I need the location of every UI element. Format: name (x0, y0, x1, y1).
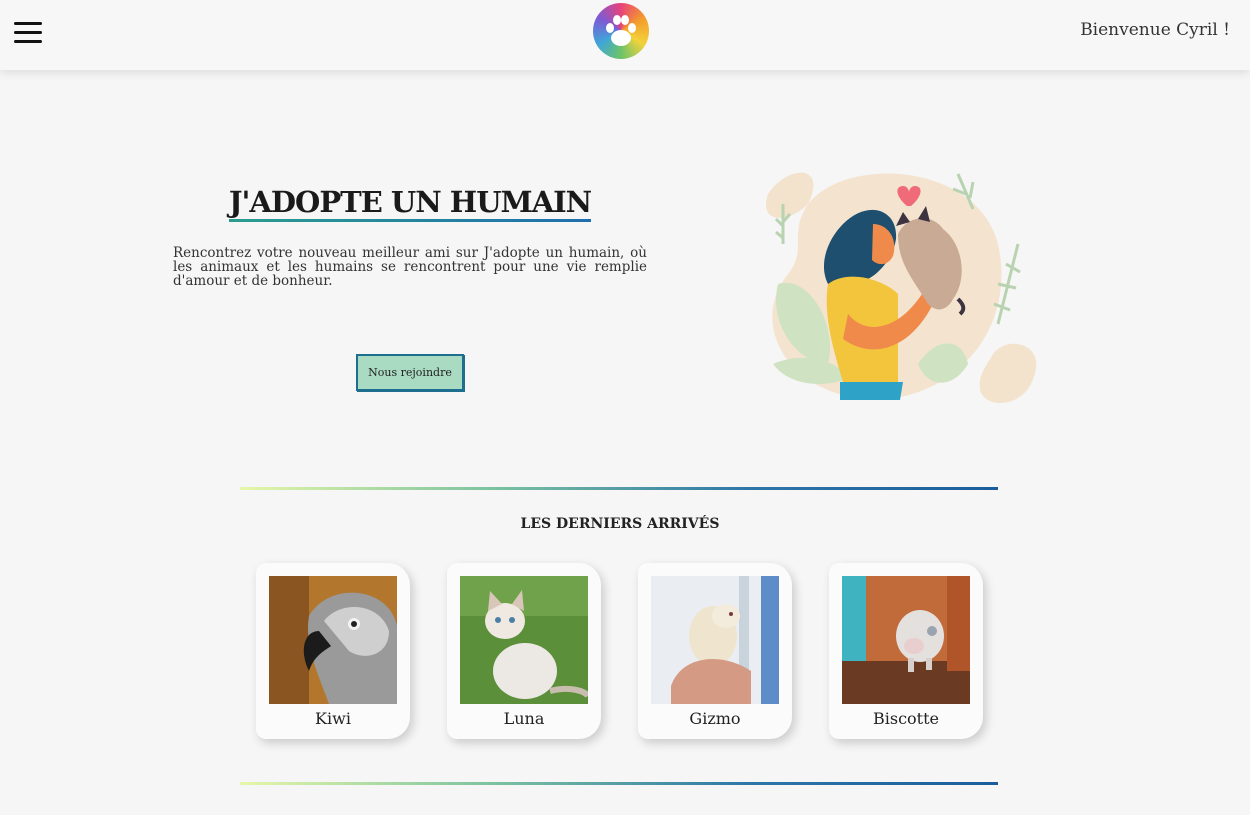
gradient-divider (240, 487, 998, 490)
animal-name: Biscotte (872, 709, 939, 728)
pants-shape (840, 382, 903, 400)
hamburger-menu-icon[interactable] (14, 22, 42, 44)
animal-name: Luna (503, 709, 545, 728)
woman-hugging-cat-illustration (766, 172, 1037, 403)
gradient-divider (240, 782, 998, 785)
hero-description: Rencontrez votre nouveau meilleur ami su… (173, 245, 647, 289)
ferret-photo (651, 576, 779, 704)
section-title: LES DERNIERS ARRIVÉS (520, 516, 720, 532)
animal-name: Kiwi (315, 709, 351, 728)
join-button[interactable]: Nous rejoindre (356, 354, 464, 391)
paw-logo-icon[interactable] (593, 3, 649, 59)
animal-card-luna[interactable]: Luna (447, 563, 601, 739)
animal-name: Gizmo (689, 709, 741, 728)
animal-card-kiwi[interactable]: Kiwi (256, 563, 410, 739)
animal-card-biscotte[interactable]: Biscotte (829, 563, 983, 739)
top-navbar: Bienvenue Cyril ! (0, 0, 1250, 70)
grey-parrot-photo (269, 576, 397, 704)
white-cat-photo (460, 576, 588, 704)
paw-print-icon (606, 15, 636, 46)
blob-shape (979, 343, 1037, 403)
hero-title: J'ADOPTE UN HUMAIN (200, 185, 620, 222)
welcome-message: Bienvenue Cyril ! (1080, 20, 1230, 40)
hero-title-text: J'ADOPTE UN HUMAIN (228, 185, 592, 222)
animal-card-gizmo[interactable]: Gizmo (638, 563, 792, 739)
pig-photo (842, 576, 970, 704)
